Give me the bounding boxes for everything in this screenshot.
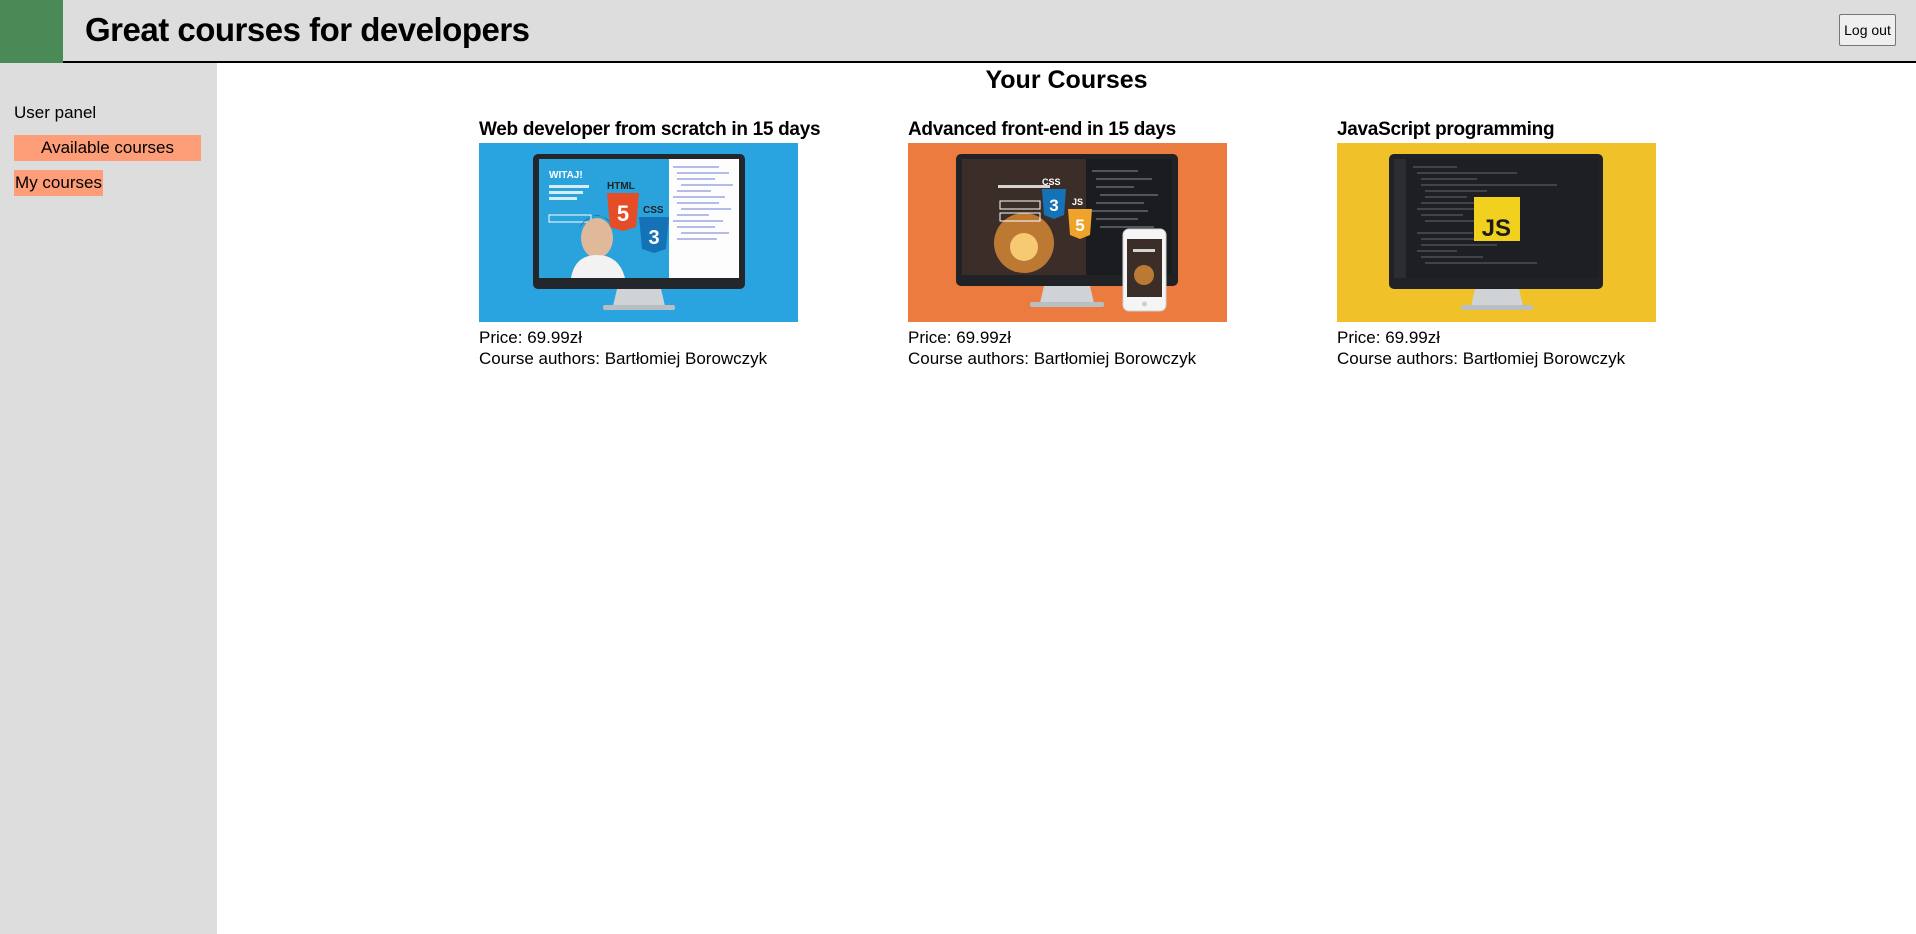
course-authors: Course authors: Bartłomiej Borowczyk xyxy=(479,348,799,369)
thumb-text: 3 xyxy=(1049,196,1058,215)
course-card[interactable]: Web developer from scratch in 15 days WI… xyxy=(479,118,821,369)
course-price: Price: 69.99zł xyxy=(479,327,799,348)
sidebar-item-available-courses[interactable]: Available courses xyxy=(14,135,201,161)
sidebar-item-my-courses[interactable]: My courses xyxy=(14,170,103,196)
course-thumbnail-image: WITAJ! HTML 5 CSS 3 xyxy=(479,143,798,322)
course-card[interactable]: JavaScript programming JS Price: 69.99zł… xyxy=(1337,118,1657,369)
course-thumbnail[interactable]: CSS 3 JS 5 xyxy=(908,143,1227,322)
course-thumbnail-image: CSS 3 JS 5 xyxy=(908,143,1227,322)
course-thumbnail-image: JS xyxy=(1337,143,1656,322)
authors-label: Course authors: xyxy=(1337,349,1463,368)
thumb-text: CSS xyxy=(643,205,664,216)
course-authors: Course authors: Bartłomiej Borowczyk xyxy=(1337,348,1657,369)
price-value: 69.99zł xyxy=(527,328,583,347)
authors-value: Bartłomiej Borowczyk xyxy=(1033,349,1197,368)
thumb-text: 5 xyxy=(617,201,629,226)
price-label: Price: xyxy=(1337,328,1386,347)
thumb-text: HTML xyxy=(607,181,635,192)
course-card[interactable]: Advanced front-end in 15 days CSS 3 JS 5… xyxy=(908,118,1228,369)
authors-label: Course authors: xyxy=(479,349,605,368)
course-thumbnail[interactable]: JS xyxy=(1337,143,1656,322)
authors-value: Bartłomiej Borowczyk xyxy=(1462,349,1626,368)
price-label: Price: xyxy=(908,328,957,347)
course-price: Price: 69.99zł xyxy=(908,327,1228,348)
thumb-text: CSS xyxy=(1042,177,1061,187)
sidebar: User panel Available courses My courses xyxy=(0,63,217,934)
authors-label: Course authors: xyxy=(908,349,1034,368)
course-thumbnail[interactable]: WITAJ! HTML 5 CSS 3 xyxy=(479,143,798,322)
user-panel-label: User panel xyxy=(14,103,97,122)
site-title: Great courses for developers xyxy=(85,11,530,48)
logo xyxy=(0,0,63,63)
thumb-text: JS xyxy=(1072,197,1083,207)
thumb-text: 5 xyxy=(1075,216,1084,235)
price-value: 69.99zł xyxy=(956,328,1012,347)
thumb-text: 3 xyxy=(648,227,659,249)
course-authors: Course authors: Bartłomiej Borowczyk xyxy=(908,348,1228,369)
logout-button[interactable]: Log out xyxy=(1839,14,1896,46)
course-price: Price: 69.99zł xyxy=(1337,327,1657,348)
thumb-text: JS xyxy=(1482,215,1511,242)
price-label: Price: xyxy=(479,328,528,347)
course-title[interactable]: Web developer from scratch in 15 days xyxy=(479,118,821,142)
page-title: Your Courses xyxy=(985,66,1148,94)
thumb-text: WITAJ! xyxy=(549,170,583,181)
price-value: 69.99zł xyxy=(1385,328,1441,347)
header: Great courses for developers Log out xyxy=(0,0,1916,63)
course-title[interactable]: JavaScript programming xyxy=(1337,118,1657,142)
course-title[interactable]: Advanced front-end in 15 days xyxy=(908,118,1228,142)
authors-value: Bartłomiej Borowczyk xyxy=(604,349,768,368)
